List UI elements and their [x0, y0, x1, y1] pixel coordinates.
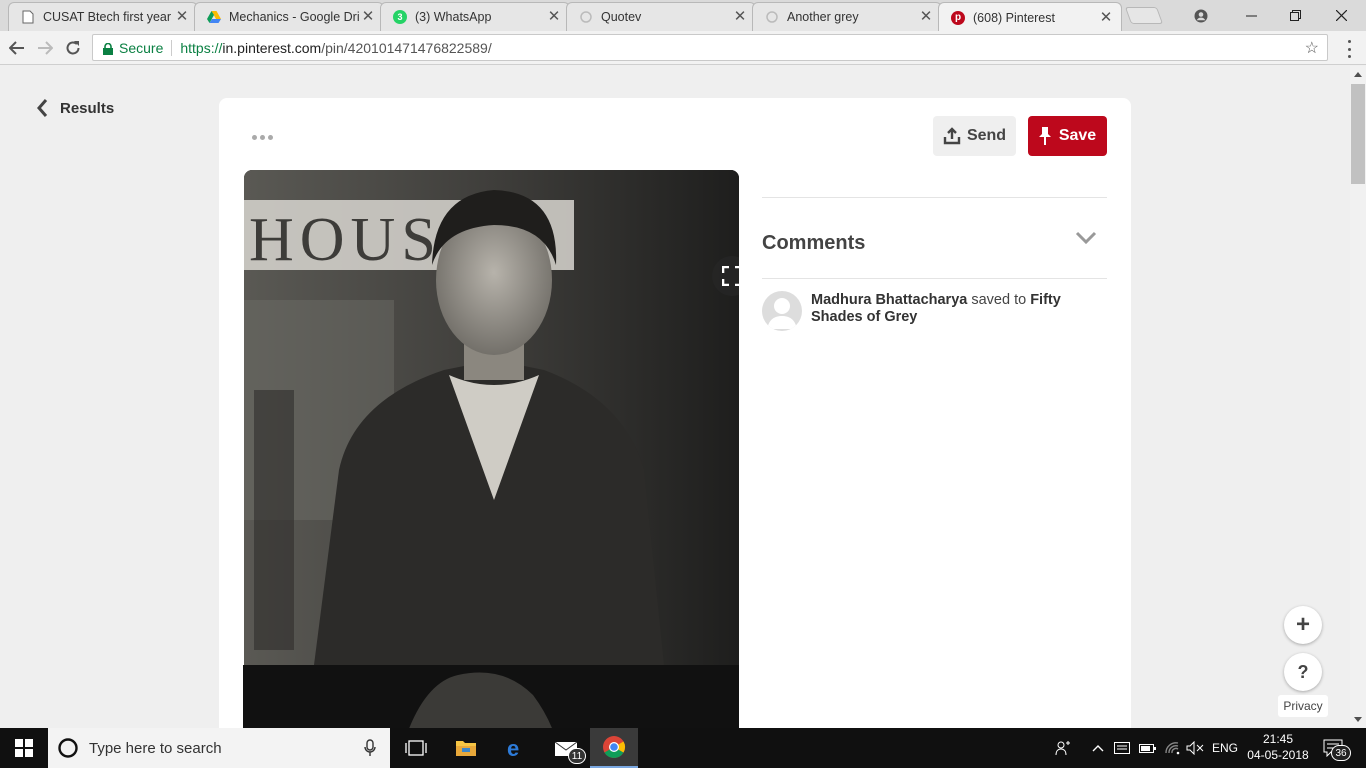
new-tab-button[interactable]	[1124, 7, 1164, 24]
scroll-down-arrow-icon[interactable]	[1354, 717, 1362, 722]
tab-title: Mechanics - Google Dri	[229, 10, 360, 24]
close-tab-icon[interactable]: ✕	[919, 9, 933, 24]
close-window-icon[interactable]	[1318, 0, 1364, 31]
vertical-scrollbar[interactable]	[1350, 66, 1366, 728]
share-icon	[943, 127, 961, 145]
mail-badge: 11	[568, 748, 586, 764]
svg-text:e: e	[507, 737, 519, 759]
close-tab-icon[interactable]: ✕	[361, 9, 375, 24]
task-view-icon[interactable]	[392, 728, 440, 768]
volume-muted-icon[interactable]	[1186, 728, 1204, 768]
help-button[interactable]: ?	[1284, 653, 1322, 691]
date: 04-05-2018	[1247, 748, 1309, 762]
second-pin-image[interactable]	[243, 665, 739, 728]
tab-google-drive[interactable]: Mechanics - Google Dri ✕	[194, 2, 384, 31]
language-indicator[interactable]: ENG	[1212, 728, 1238, 768]
bookmark-star-icon[interactable]: ☆	[1305, 38, 1319, 58]
close-tab-icon[interactable]: ✕	[547, 9, 561, 24]
tab-title: Another grey	[787, 10, 859, 24]
people-icon[interactable]	[1055, 728, 1071, 768]
tab-title: (608) Pinterest	[973, 10, 1055, 25]
google-drive-icon	[207, 10, 221, 24]
scrollbar-thumb[interactable]	[1351, 84, 1365, 184]
chrome-menu-icon[interactable]	[1346, 40, 1352, 58]
time: 21:45	[1262, 732, 1294, 746]
chevron-left-icon	[37, 99, 48, 117]
avatar[interactable]	[762, 291, 802, 331]
close-tab-icon[interactable]: ✕	[1099, 10, 1113, 25]
windows-start-icon[interactable]	[0, 728, 48, 768]
quotev-icon	[579, 10, 593, 24]
tab-cusat[interactable]: CUSAT Btech first year n ✕	[8, 2, 198, 31]
lock-icon	[103, 42, 113, 55]
mail-icon[interactable]: 11	[542, 728, 590, 768]
whatsapp-icon: 3	[393, 10, 407, 24]
minimize-icon[interactable]	[1228, 0, 1274, 31]
document-icon	[21, 10, 35, 24]
tab-title: Quotev	[601, 10, 642, 24]
reload-icon[interactable]	[62, 37, 84, 59]
back-arrow-icon[interactable]	[6, 37, 28, 59]
microphone-icon[interactable]	[364, 739, 376, 757]
back-label: Results	[60, 99, 115, 117]
privacy-link[interactable]: Privacy	[1278, 695, 1328, 717]
pin-card: Send Save HOUSE Comments Madhura Bhattac…	[219, 98, 1131, 728]
pinterest-icon: p	[951, 10, 965, 25]
user-link[interactable]: Madhura Bhattacharya	[811, 292, 967, 308]
search-placeholder: Type here to search	[89, 739, 222, 757]
scroll-up-arrow-icon[interactable]	[1354, 72, 1362, 77]
divider	[762, 197, 1107, 198]
url-text: https://in.pinterest.com/pin/42010147147…	[180, 39, 492, 56]
pushpin-icon	[1038, 127, 1051, 145]
tab-pinterest[interactable]: p (608) Pinterest ✕	[938, 2, 1122, 32]
address-bar[interactable]: Secure https://in.pinterest.com/pin/4201…	[92, 34, 1328, 61]
close-tab-icon[interactable]: ✕	[733, 9, 747, 24]
tab-whatsapp[interactable]: 3 (3) WhatsApp ✕	[380, 2, 570, 31]
tab-title: (3) WhatsApp	[415, 10, 492, 24]
chevron-down-icon[interactable]	[1075, 231, 1097, 250]
comments-heading: Comments	[762, 232, 866, 254]
restore-icon[interactable]	[1272, 0, 1318, 31]
more-options-icon[interactable]	[252, 135, 273, 140]
clock[interactable]: 21:45 04-05-2018	[1244, 731, 1312, 763]
separator	[171, 39, 173, 56]
secure-label: Secure	[119, 39, 164, 56]
pin-image[interactable]: HOUSE	[244, 170, 739, 665]
save-label: Save	[1058, 127, 1097, 144]
add-button[interactable]: +	[1284, 606, 1322, 644]
save-button[interactable]: Save	[1028, 116, 1107, 156]
chrome-taskbar-icon[interactable]	[590, 728, 638, 768]
cortana-icon	[58, 738, 78, 758]
tab-title: CUSAT Btech first year n	[43, 10, 175, 24]
close-tab-icon[interactable]: ✕	[175, 9, 189, 24]
action-center-icon[interactable]: 36	[1323, 728, 1351, 768]
taskbar-search-input[interactable]: Type here to search	[48, 728, 390, 768]
battery-icon[interactable]	[1139, 728, 1157, 768]
tab-strip: CUSAT Btech first year n ✕ Mechanics - G…	[0, 0, 1366, 32]
taskbar: Type here to search e 11 ENG 21:45 04-05…	[0, 728, 1366, 768]
tab-another-grey[interactable]: Another grey ✕	[752, 2, 942, 31]
profile-icon[interactable]	[1178, 0, 1224, 31]
file-explorer-icon[interactable]	[442, 728, 490, 768]
browser-toolbar: Secure https://in.pinterest.com/pin/4201…	[0, 31, 1366, 65]
back-to-results-button[interactable]: Results	[36, 98, 114, 118]
forward-arrow-icon[interactable]	[34, 37, 56, 59]
divider	[762, 278, 1107, 279]
saved-activity-text: Madhura Bhattacharya saved to Fifty Shad…	[811, 292, 1061, 325]
send-button[interactable]: Send	[933, 116, 1016, 156]
pinterest-page: Results Send Save HOUSE Comments Madhura…	[0, 66, 1350, 728]
keyboard-icon[interactable]	[1114, 728, 1130, 768]
quotev-icon	[765, 10, 779, 24]
send-label: Send	[966, 127, 1007, 144]
notification-badge: 36	[1331, 745, 1351, 761]
wifi-icon[interactable]	[1164, 728, 1180, 768]
tab-quotev[interactable]: Quotev ✕	[566, 2, 756, 31]
edge-browser-icon[interactable]: e	[492, 728, 540, 768]
show-hidden-icons-chevron-icon[interactable]	[1092, 728, 1104, 768]
